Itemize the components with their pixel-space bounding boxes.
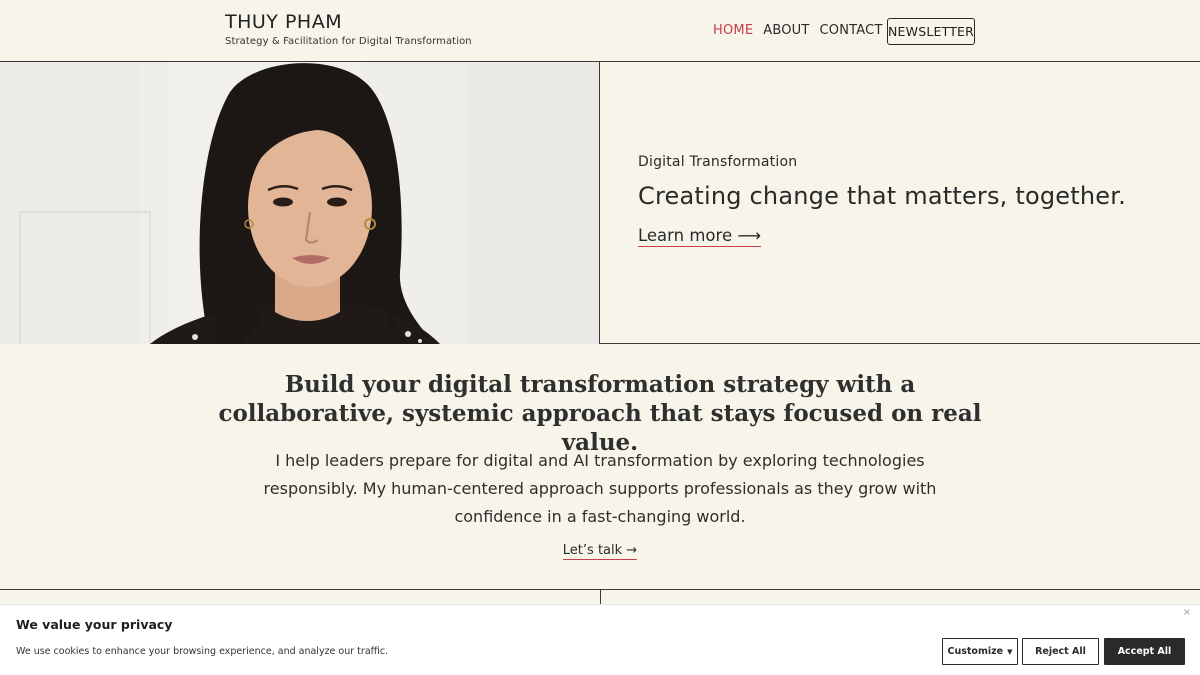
hero-section: Digital Transformation Creating change t… [0, 62, 1200, 344]
intro-body: I help leaders prepare for digital and A… [263, 451, 937, 526]
hero-kicker: Digital Transformation [638, 154, 798, 170]
portrait-photo [0, 62, 600, 344]
portrait-illustration [0, 62, 599, 344]
brand-name[interactable]: THUY PHAM [225, 11, 472, 33]
site-header: THUY PHAM Strategy & Facilitation for Di… [0, 0, 1200, 62]
lets-talk-link[interactable]: Let’s talk → [562, 543, 638, 560]
newsletter-button[interactable]: NEWSLETTER [887, 18, 975, 45]
lets-talk-label: Let’s talk [562, 543, 623, 558]
close-icon[interactable]: × [1183, 607, 1191, 618]
accept-all-button[interactable]: Accept All [1104, 638, 1185, 665]
page: THUY PHAM Strategy & Facilitation for Di… [0, 0, 1200, 675]
intro-heading: Build your digital transformation strate… [218, 371, 982, 456]
learn-more-label: Learn more [638, 226, 733, 245]
learn-more-link[interactable]: Learn more ⟶ [638, 226, 762, 247]
intro-section: Build your digital transformation strate… [0, 345, 1200, 590]
caret-down-icon: ▼ [1007, 647, 1013, 656]
brand[interactable]: THUY PHAM Strategy & Facilitation for Di… [225, 11, 472, 47]
cookie-title: We value your privacy [16, 617, 173, 632]
nav-about[interactable]: ABOUT [763, 23, 809, 38]
hero-copy: Digital Transformation Creating change t… [638, 154, 1178, 247]
customize-button[interactable]: Customize ▼ [942, 638, 1018, 665]
main-nav: HOME ABOUT CONTACT [713, 23, 883, 38]
reject-all-button[interactable]: Reject All [1022, 638, 1099, 665]
nav-home[interactable]: HOME [713, 23, 753, 38]
arrow-right-icon: → [626, 543, 638, 558]
intro-link-wrap: Let’s talk → [0, 543, 1200, 560]
brand-tagline: Strategy & Facilitation for Digital Tran… [225, 36, 472, 47]
cookie-text: We use cookies to enhance your browsing … [16, 646, 389, 657]
customize-label: Customize [947, 646, 1004, 657]
hero-title: Creating change that matters, together. [638, 182, 1126, 210]
cookie-banner: We value your privacy We use cookies to … [0, 604, 1200, 675]
arrow-right-icon: ⟶ [737, 226, 762, 245]
nav-contact[interactable]: CONTACT [820, 23, 883, 38]
